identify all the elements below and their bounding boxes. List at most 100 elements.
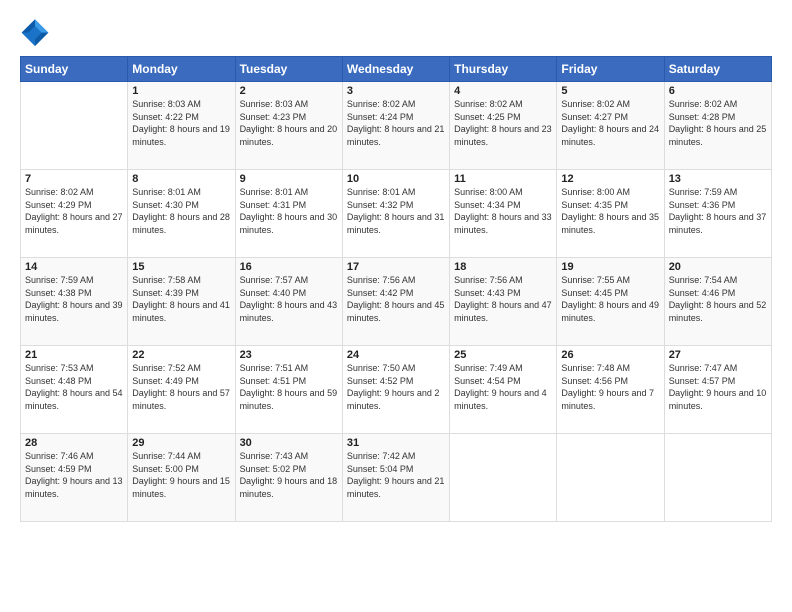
day-number: 10 (347, 173, 445, 185)
day-info: Sunrise: 8:02 AM Sunset: 4:24 PM Dayligh… (347, 98, 445, 148)
day-info: Sunrise: 8:02 AM Sunset: 4:25 PM Dayligh… (454, 98, 552, 148)
day-info: Sunrise: 7:51 AM Sunset: 4:51 PM Dayligh… (240, 362, 338, 412)
weekday-header-thursday: Thursday (450, 57, 557, 82)
calendar-day-cell: 18 Sunrise: 7:56 AM Sunset: 4:43 PM Dayl… (450, 258, 557, 346)
calendar-day-cell: 2 Sunrise: 8:03 AM Sunset: 4:23 PM Dayli… (235, 82, 342, 170)
day-info: Sunrise: 7:58 AM Sunset: 4:39 PM Dayligh… (132, 274, 230, 324)
calendar-day-cell (557, 434, 664, 522)
day-number: 12 (561, 173, 659, 185)
day-info: Sunrise: 7:47 AM Sunset: 4:57 PM Dayligh… (669, 362, 767, 412)
logo (20, 16, 56, 46)
calendar-day-cell: 8 Sunrise: 8:01 AM Sunset: 4:30 PM Dayli… (128, 170, 235, 258)
calendar-day-cell: 20 Sunrise: 7:54 AM Sunset: 4:46 PM Dayl… (664, 258, 771, 346)
calendar-day-cell: 27 Sunrise: 7:47 AM Sunset: 4:57 PM Dayl… (664, 346, 771, 434)
calendar-day-cell: 30 Sunrise: 7:43 AM Sunset: 5:02 PM Dayl… (235, 434, 342, 522)
calendar-day-cell: 29 Sunrise: 7:44 AM Sunset: 5:00 PM Dayl… (128, 434, 235, 522)
calendar-day-cell: 4 Sunrise: 8:02 AM Sunset: 4:25 PM Dayli… (450, 82, 557, 170)
weekday-header-sunday: Sunday (21, 57, 128, 82)
calendar-day-cell: 26 Sunrise: 7:48 AM Sunset: 4:56 PM Dayl… (557, 346, 664, 434)
weekday-header-saturday: Saturday (664, 57, 771, 82)
calendar-week-row: 28 Sunrise: 7:46 AM Sunset: 4:59 PM Dayl… (21, 434, 772, 522)
day-info: Sunrise: 8:01 AM Sunset: 4:31 PM Dayligh… (240, 186, 338, 236)
day-number: 21 (25, 349, 123, 361)
calendar-day-cell: 28 Sunrise: 7:46 AM Sunset: 4:59 PM Dayl… (21, 434, 128, 522)
day-number: 29 (132, 437, 230, 449)
calendar-day-cell: 17 Sunrise: 7:56 AM Sunset: 4:42 PM Dayl… (342, 258, 449, 346)
day-info: Sunrise: 8:01 AM Sunset: 4:30 PM Dayligh… (132, 186, 230, 236)
calendar-day-cell: 19 Sunrise: 7:55 AM Sunset: 4:45 PM Dayl… (557, 258, 664, 346)
calendar-day-cell: 16 Sunrise: 7:57 AM Sunset: 4:40 PM Dayl… (235, 258, 342, 346)
day-number: 9 (240, 173, 338, 185)
day-info: Sunrise: 7:50 AM Sunset: 4:52 PM Dayligh… (347, 362, 445, 412)
calendar-day-cell: 1 Sunrise: 8:03 AM Sunset: 4:22 PM Dayli… (128, 82, 235, 170)
day-number: 19 (561, 261, 659, 273)
day-number: 23 (240, 349, 338, 361)
calendar-day-cell (450, 434, 557, 522)
weekday-header-tuesday: Tuesday (235, 57, 342, 82)
day-number: 1 (132, 85, 230, 97)
day-info: Sunrise: 7:46 AM Sunset: 4:59 PM Dayligh… (25, 450, 123, 500)
calendar-week-row: 1 Sunrise: 8:03 AM Sunset: 4:22 PM Dayli… (21, 82, 772, 170)
day-info: Sunrise: 8:01 AM Sunset: 4:32 PM Dayligh… (347, 186, 445, 236)
calendar-day-cell (21, 82, 128, 170)
day-info: Sunrise: 7:44 AM Sunset: 5:00 PM Dayligh… (132, 450, 230, 500)
calendar-day-cell: 5 Sunrise: 8:02 AM Sunset: 4:27 PM Dayli… (557, 82, 664, 170)
calendar-day-cell: 6 Sunrise: 8:02 AM Sunset: 4:28 PM Dayli… (664, 82, 771, 170)
day-info: Sunrise: 8:02 AM Sunset: 4:28 PM Dayligh… (669, 98, 767, 148)
day-info: Sunrise: 7:43 AM Sunset: 5:02 PM Dayligh… (240, 450, 338, 500)
day-info: Sunrise: 7:42 AM Sunset: 5:04 PM Dayligh… (347, 450, 445, 500)
day-info: Sunrise: 7:52 AM Sunset: 4:49 PM Dayligh… (132, 362, 230, 412)
weekday-header-friday: Friday (557, 57, 664, 82)
day-info: Sunrise: 7:57 AM Sunset: 4:40 PM Dayligh… (240, 274, 338, 324)
calendar-day-cell: 13 Sunrise: 7:59 AM Sunset: 4:36 PM Dayl… (664, 170, 771, 258)
day-info: Sunrise: 7:53 AM Sunset: 4:48 PM Dayligh… (25, 362, 123, 412)
day-info: Sunrise: 7:54 AM Sunset: 4:46 PM Dayligh… (669, 274, 767, 324)
day-info: Sunrise: 7:59 AM Sunset: 4:36 PM Dayligh… (669, 186, 767, 236)
weekday-header-wednesday: Wednesday (342, 57, 449, 82)
calendar-day-cell: 21 Sunrise: 7:53 AM Sunset: 4:48 PM Dayl… (21, 346, 128, 434)
calendar-week-row: 21 Sunrise: 7:53 AM Sunset: 4:48 PM Dayl… (21, 346, 772, 434)
calendar-day-cell: 24 Sunrise: 7:50 AM Sunset: 4:52 PM Dayl… (342, 346, 449, 434)
day-info: Sunrise: 8:00 AM Sunset: 4:34 PM Dayligh… (454, 186, 552, 236)
day-number: 7 (25, 173, 123, 185)
day-number: 31 (347, 437, 445, 449)
calendar-day-cell: 10 Sunrise: 8:01 AM Sunset: 4:32 PM Dayl… (342, 170, 449, 258)
calendar-day-cell (664, 434, 771, 522)
calendar-week-row: 7 Sunrise: 8:02 AM Sunset: 4:29 PM Dayli… (21, 170, 772, 258)
calendar-table: SundayMondayTuesdayWednesdayThursdayFrid… (20, 56, 772, 522)
calendar-day-cell: 7 Sunrise: 8:02 AM Sunset: 4:29 PM Dayli… (21, 170, 128, 258)
day-number: 30 (240, 437, 338, 449)
calendar-day-cell: 23 Sunrise: 7:51 AM Sunset: 4:51 PM Dayl… (235, 346, 342, 434)
day-number: 6 (669, 85, 767, 97)
page-header (20, 16, 772, 46)
day-info: Sunrise: 7:59 AM Sunset: 4:38 PM Dayligh… (25, 274, 123, 324)
calendar-day-cell: 14 Sunrise: 7:59 AM Sunset: 4:38 PM Dayl… (21, 258, 128, 346)
day-number: 5 (561, 85, 659, 97)
day-number: 26 (561, 349, 659, 361)
day-number: 4 (454, 85, 552, 97)
weekday-header-monday: Monday (128, 57, 235, 82)
calendar-day-cell: 22 Sunrise: 7:52 AM Sunset: 4:49 PM Dayl… (128, 346, 235, 434)
calendar-day-cell: 25 Sunrise: 7:49 AM Sunset: 4:54 PM Dayl… (450, 346, 557, 434)
day-number: 20 (669, 261, 767, 273)
day-number: 17 (347, 261, 445, 273)
calendar-week-row: 14 Sunrise: 7:59 AM Sunset: 4:38 PM Dayl… (21, 258, 772, 346)
day-number: 22 (132, 349, 230, 361)
day-info: Sunrise: 7:55 AM Sunset: 4:45 PM Dayligh… (561, 274, 659, 324)
calendar-day-cell: 15 Sunrise: 7:58 AM Sunset: 4:39 PM Dayl… (128, 258, 235, 346)
day-info: Sunrise: 8:03 AM Sunset: 4:22 PM Dayligh… (132, 98, 230, 148)
calendar-day-cell: 12 Sunrise: 8:00 AM Sunset: 4:35 PM Dayl… (557, 170, 664, 258)
day-info: Sunrise: 7:49 AM Sunset: 4:54 PM Dayligh… (454, 362, 552, 412)
day-number: 11 (454, 173, 552, 185)
day-number: 2 (240, 85, 338, 97)
day-number: 24 (347, 349, 445, 361)
day-number: 28 (25, 437, 123, 449)
logo-icon (20, 16, 50, 46)
day-number: 13 (669, 173, 767, 185)
day-info: Sunrise: 8:00 AM Sunset: 4:35 PM Dayligh… (561, 186, 659, 236)
day-info: Sunrise: 8:02 AM Sunset: 4:29 PM Dayligh… (25, 186, 123, 236)
day-number: 15 (132, 261, 230, 273)
calendar-day-cell: 31 Sunrise: 7:42 AM Sunset: 5:04 PM Dayl… (342, 434, 449, 522)
day-info: Sunrise: 7:56 AM Sunset: 4:43 PM Dayligh… (454, 274, 552, 324)
day-number: 27 (669, 349, 767, 361)
